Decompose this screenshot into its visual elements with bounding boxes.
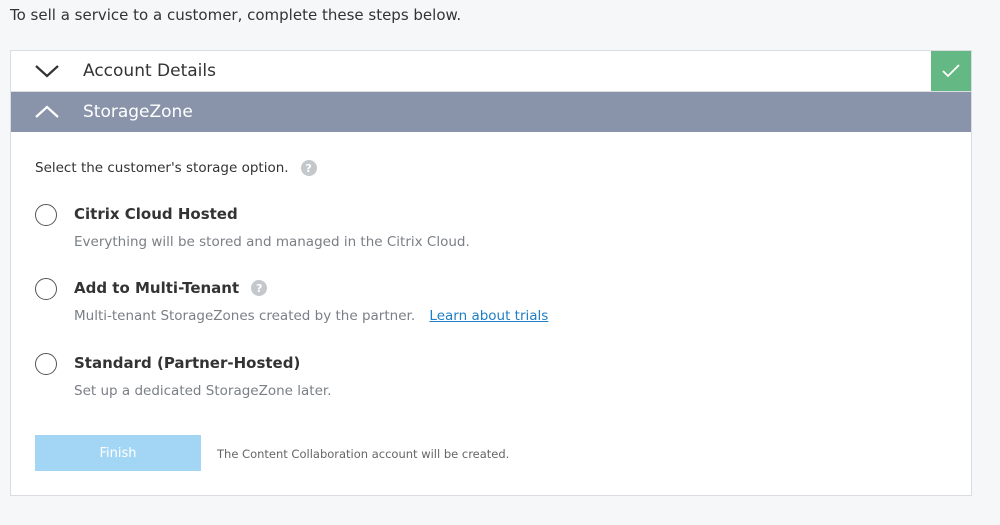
wizard-panel: Account Details StorageZone Select the c… [10,50,972,496]
intro-text: To sell a service to a customer, complet… [10,6,462,24]
option-label: Citrix Cloud Hosted [74,205,238,223]
account-details-title: Account Details [83,61,216,81]
help-icon[interactable]: ? [300,160,317,176]
option-label: Add to Multi-Tenant [74,279,240,297]
completed-badge [931,51,971,91]
storage-prompt-text: Select the customer's storage option. [35,160,289,176]
storagezone-header[interactable]: StorageZone [11,92,971,132]
checkmark-icon [942,64,960,78]
storagezone-title: StorageZone [83,102,193,122]
finish-note: The Content Collaboration account will b… [217,447,510,461]
chevron-up-icon [11,104,83,120]
help-icon[interactable]: ? [251,280,268,296]
account-details-header[interactable]: Account Details [11,51,971,92]
radio-multi-tenant[interactable] [35,278,57,300]
chevron-down-icon [11,63,83,79]
storage-prompt: Select the customer's storage option. ? [35,160,317,176]
option-label-row: Add to Multi-Tenant ? [74,279,268,297]
learn-about-trials-link[interactable]: Learn about trials [429,308,548,324]
radio-citrix-cloud-hosted[interactable] [35,204,57,226]
finish-button[interactable]: Finish [35,435,201,471]
option-description: Multi-tenant StorageZones created by the… [74,308,416,324]
option-description: Everything will be stored and managed in… [74,234,470,250]
option-description: Set up a dedicated StorageZone later. [74,383,332,399]
radio-standard-partner-hosted[interactable] [35,353,57,375]
option-label: Standard (Partner-Hosted) [74,354,301,372]
option-description-row: Multi-tenant StorageZones created by the… [74,308,548,324]
